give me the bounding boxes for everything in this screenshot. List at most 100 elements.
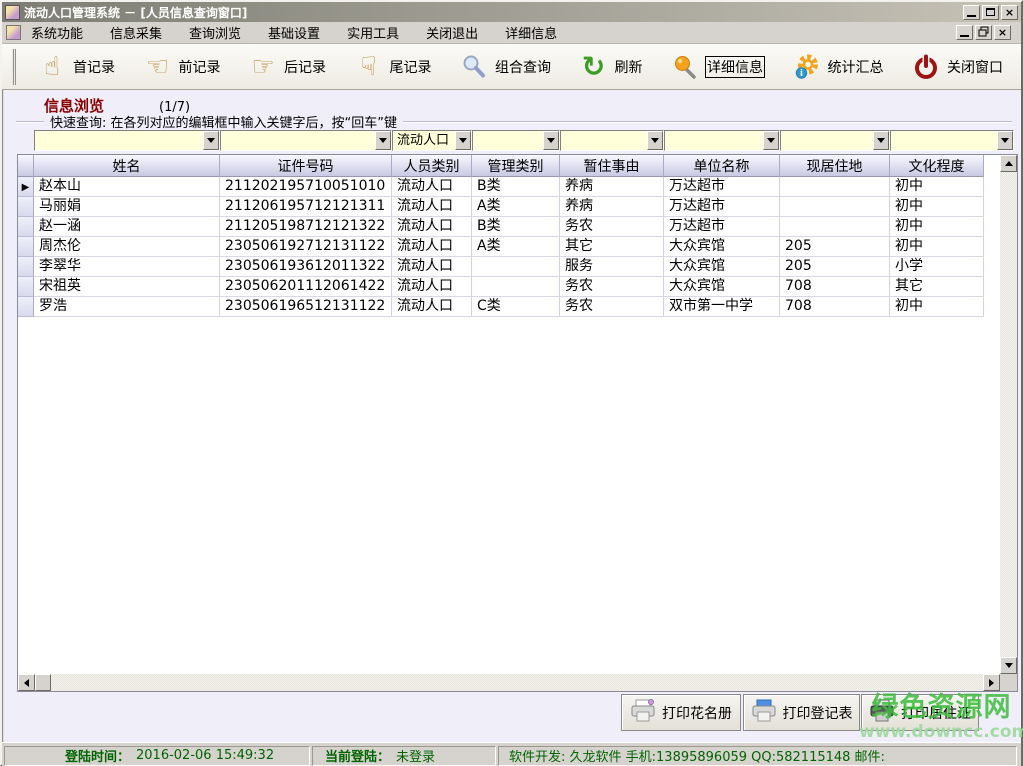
combo-dropdown-icon[interactable] [455,131,471,150]
table-row[interactable]: 李翠华230506193612011322流动人口服务大众宾馆205小学 [18,257,1000,277]
h-scroll-track[interactable] [51,674,983,691]
horizontal-scrollbar[interactable] [18,674,1000,691]
table-cell[interactable]: B类 [472,217,560,237]
grid-header-cell[interactable]: 人员类别 [392,155,472,177]
filter-combo-0[interactable] [34,130,220,151]
grid-header-cell[interactable]: 现居住地 [780,155,890,177]
table-cell[interactable]: 211202195710051010 [220,177,392,197]
table-cell[interactable]: 初中 [890,217,984,237]
table-cell[interactable]: 务农 [560,277,664,297]
table-row[interactable]: ▶赵本山211202195710051010流动人口B类养病万达超市初中 [18,177,1000,197]
v-scroll-track[interactable] [1000,172,1017,657]
mdi-child-icon[interactable] [6,25,21,40]
combo-dropdown-icon[interactable] [997,131,1013,150]
print-residence-button[interactable]: 打印居住证 [861,694,979,731]
table-cell[interactable] [472,257,560,277]
table-cell[interactable]: C类 [472,297,560,317]
combo-query-button[interactable]: 组合查询 [456,51,555,83]
table-cell[interactable]: 230506192712131122 [220,237,392,257]
first-record-button[interactable]: ☝首记录 [34,51,119,83]
refresh-button[interactable]: ↻刷新 [576,51,647,83]
table-cell[interactable]: 205 [780,257,890,277]
table-cell[interactable]: 养病 [560,177,664,197]
minimize-button[interactable] [963,5,980,20]
grid-header-cell[interactable]: 单位名称 [664,155,780,177]
menu-item[interactable]: 基础设置 [268,23,320,42]
table-cell[interactable]: 流动人口 [392,197,472,217]
table-cell[interactable]: 708 [780,277,890,297]
table-cell[interactable]: 初中 [890,297,984,317]
table-cell[interactable]: 211205198712121322 [220,217,392,237]
combo-dropdown-icon[interactable] [763,131,779,150]
table-cell[interactable]: 务农 [560,297,664,317]
table-cell[interactable]: 万达超市 [664,217,780,237]
table-cell[interactable]: 万达超市 [664,197,780,217]
table-cell[interactable]: 流动人口 [392,257,472,277]
table-cell[interactable]: 205 [780,237,890,257]
toolbar-grip[interactable] [12,49,16,85]
table-cell[interactable] [780,197,890,217]
table-cell[interactable]: 务农 [560,217,664,237]
next-record-button[interactable]: ☞后记录 [245,51,330,83]
grid-header-cell[interactable]: 管理类别 [472,155,560,177]
last-record-button[interactable]: ☟尾记录 [351,51,436,83]
close-button[interactable]: × [1001,5,1018,20]
table-cell[interactable] [472,277,560,297]
close-window-button[interactable]: 关闭窗口 [908,51,1007,83]
filter-combo-4[interactable] [560,130,664,151]
table-cell[interactable] [780,177,890,197]
table-row[interactable]: 马丽娟211206195712121311流动人口A类养病万达超市初中 [18,197,1000,217]
table-cell[interactable]: 流动人口 [392,217,472,237]
scroll-left-button[interactable] [18,674,35,691]
menu-item[interactable]: 信息采集 [110,23,162,42]
menu-item[interactable]: 查询浏览 [189,23,241,42]
print-roster-button[interactable]: 打印花名册 [621,694,741,731]
combo-dropdown-icon[interactable] [203,131,219,150]
table-cell[interactable]: 流动人口 [392,177,472,197]
stats-summary-button[interactable]: i统计汇总 [789,51,888,83]
table-cell[interactable]: 周杰伦 [34,237,220,257]
menu-item[interactable]: 关闭退出 [426,23,478,42]
table-cell[interactable]: 其它 [560,237,664,257]
table-cell[interactable]: A类 [472,237,560,257]
scroll-up-button[interactable] [1000,155,1017,172]
prev-record-button[interactable]: ☜前记录 [140,51,225,83]
detail-info-button[interactable]: 详细信息 [667,51,768,83]
print-registration-button[interactable]: 打印登记表 [743,694,860,731]
grid-header-cell[interactable]: 暂住事由 [560,155,664,177]
scroll-right-button[interactable] [983,674,1000,691]
table-cell[interactable]: 马丽娟 [34,197,220,217]
maximize-button[interactable] [982,5,999,20]
table-cell[interactable]: 赵一涵 [34,217,220,237]
menu-item[interactable]: 系统功能 [31,23,83,42]
table-cell[interactable]: 708 [780,297,890,317]
grid-header-cell[interactable]: 文化程度 [890,155,984,177]
mdi-minimize-button[interactable] [956,25,973,40]
filter-combo-6[interactable] [780,130,890,151]
table-cell[interactable]: B类 [472,177,560,197]
table-cell[interactable] [780,217,890,237]
combo-dropdown-icon[interactable] [873,131,889,150]
filter-combo-2[interactable]: 流动人口 [392,130,472,151]
table-cell[interactable]: 211206195712121311 [220,197,392,217]
filter-combo-1[interactable] [220,130,392,151]
combo-dropdown-icon[interactable] [543,131,559,150]
table-cell[interactable]: 大众宾馆 [664,277,780,297]
filter-combo-5[interactable] [664,130,780,151]
table-cell[interactable]: 大众宾馆 [664,237,780,257]
table-cell[interactable]: 双市第一中学 [664,297,780,317]
table-cell[interactable]: 服务 [560,257,664,277]
combo-dropdown-icon[interactable] [375,131,391,150]
table-row[interactable]: 周杰伦230506192712131122流动人口A类其它大众宾馆205初中 [18,237,1000,257]
table-cell[interactable]: 初中 [890,237,984,257]
filter-combo-3[interactable] [472,130,560,151]
h-scroll-thumb[interactable] [35,674,51,691]
table-row[interactable]: 赵一涵211205198712121322流动人口B类务农万达超市 初中 [18,217,1000,237]
mdi-close-button[interactable]: × [994,25,1011,40]
table-cell[interactable]: 初中 [890,177,984,197]
table-cell[interactable]: 小学 [890,257,984,277]
grid-header-cell[interactable]: 姓名 [34,155,220,177]
table-cell[interactable]: 养病 [560,197,664,217]
table-cell[interactable]: A类 [472,197,560,217]
filter-combo-7[interactable] [890,130,1014,151]
